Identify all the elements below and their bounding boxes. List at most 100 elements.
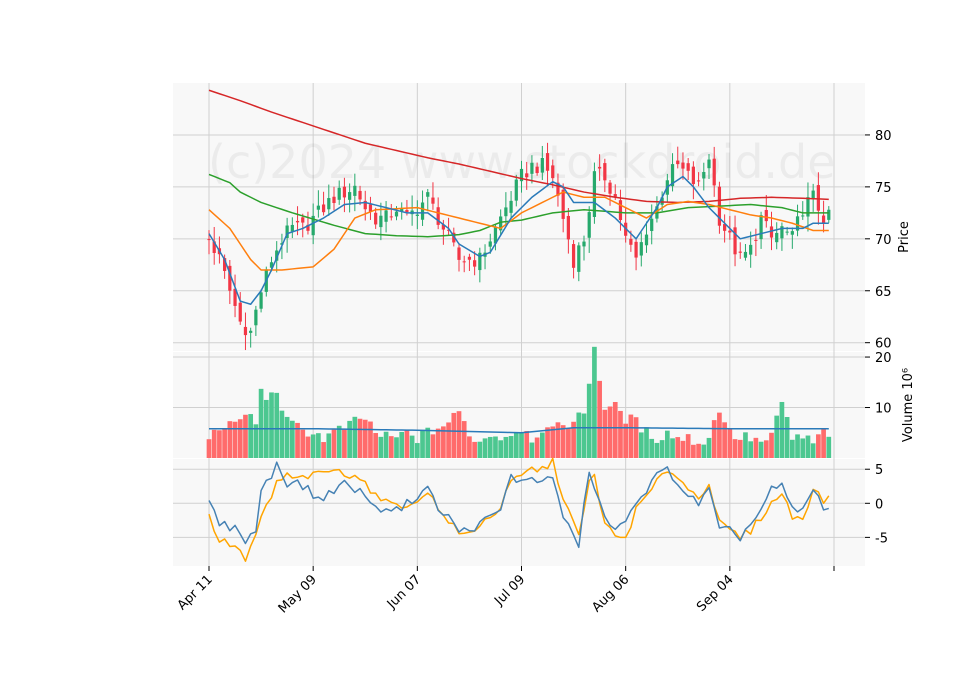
candle-up [394, 211, 399, 217]
volume-bar [618, 410, 623, 458]
volume-bar [274, 392, 280, 458]
volume-bar [513, 431, 519, 458]
candle-up [707, 159, 711, 169]
candle-down [691, 166, 695, 185]
candle-up [577, 245, 581, 272]
candle-down [816, 185, 820, 211]
candle-down [332, 196, 336, 204]
candle-down [676, 160, 680, 165]
candle-up [587, 212, 591, 238]
volume-bar [826, 436, 832, 458]
volume-bar [753, 437, 759, 458]
candle-up [348, 192, 352, 200]
volume-bar [342, 429, 347, 458]
volume-bar [414, 443, 420, 458]
volume-bar [607, 406, 613, 458]
candle-up [379, 215, 383, 228]
candle-up [353, 185, 357, 196]
volume-bar [498, 440, 504, 458]
volume-bar [779, 401, 785, 458]
candle-up [426, 192, 430, 197]
volume-bar [222, 428, 227, 458]
volume-bar [659, 440, 665, 458]
volume-bar [482, 438, 488, 458]
volume-bar [519, 433, 524, 458]
volume-bar [743, 432, 748, 458]
volume-bar [378, 436, 384, 458]
candle-down [686, 163, 690, 171]
price-axis-title: Price [897, 221, 912, 253]
volume-bar [529, 442, 535, 458]
volume-bar [763, 440, 769, 458]
candle-down [358, 190, 362, 200]
volume-bar [810, 443, 816, 458]
volume-bar [727, 428, 733, 458]
volume-bar [576, 412, 582, 458]
volume-bar [602, 409, 608, 458]
candle-down [561, 189, 565, 219]
volume-bar [706, 437, 712, 458]
volume-bar [566, 428, 571, 458]
volume-bar [717, 412, 722, 458]
candle-down [467, 256, 472, 260]
stock-chart: (c)2024 www.stockdroid.de Apr 11 May 09 Ju… [0, 0, 960, 690]
volume-bar [435, 428, 441, 458]
x-tick-label: Sep 04 [694, 572, 737, 615]
volume-bar [722, 422, 727, 458]
candle-up [759, 215, 763, 240]
price-y-tick-label: 80 [875, 129, 892, 144]
volume-bar [644, 427, 649, 458]
volume-bar [737, 439, 743, 458]
chart-canvas: (c)2024 www.stockdroid.de Apr 11 May 09 Ju… [173, 83, 916, 616]
volume-bar [508, 436, 514, 458]
volume-bar [685, 434, 691, 458]
candle-up [811, 190, 815, 199]
volume-bar [211, 429, 217, 458]
volume-bar [420, 429, 425, 458]
volume-bar [701, 444, 707, 458]
volume-bar [487, 436, 493, 458]
candle-up [790, 231, 794, 235]
osc-y-tick-label: 5 [875, 463, 883, 478]
volume-y-tick-label: 20 [875, 351, 892, 366]
volume-bar [289, 420, 295, 458]
candle-down [295, 220, 300, 223]
volume-bar [654, 442, 660, 458]
candle-down [603, 163, 607, 181]
candle-down [238, 302, 242, 322]
volume-bar [612, 401, 618, 458]
volume-bar [477, 441, 483, 458]
candle-up [702, 171, 706, 179]
volume-bar [258, 388, 264, 458]
volume-bar [638, 432, 644, 458]
volume-bar [732, 439, 738, 458]
volume-bar [503, 436, 509, 458]
oscillator-panel [173, 459, 865, 566]
volume-bar [284, 416, 290, 458]
volume-bar [227, 421, 233, 458]
volume-bar [336, 425, 342, 458]
volume-bar [555, 422, 561, 458]
candle-down [598, 166, 602, 169]
volume-bar [237, 419, 243, 458]
candle-up [504, 207, 508, 217]
candle-down [525, 173, 529, 178]
candle-up [827, 209, 831, 220]
volume-bar [232, 421, 238, 458]
candle-up [488, 241, 492, 247]
candle-down [342, 186, 347, 198]
candle-down [545, 153, 550, 171]
candle-up [509, 200, 513, 213]
candle-down [696, 180, 701, 182]
volume-bar [326, 433, 332, 458]
volume-bar [467, 436, 472, 458]
candle-up [785, 231, 789, 233]
candle-down [629, 238, 633, 245]
candle-up [639, 242, 643, 256]
volume-bar [493, 436, 498, 458]
volume-bar [399, 431, 405, 458]
volume-bar [821, 429, 826, 458]
volume-bar [805, 435, 811, 458]
volume-bar [774, 415, 780, 458]
price-y-tick-label: 70 [875, 233, 892, 248]
